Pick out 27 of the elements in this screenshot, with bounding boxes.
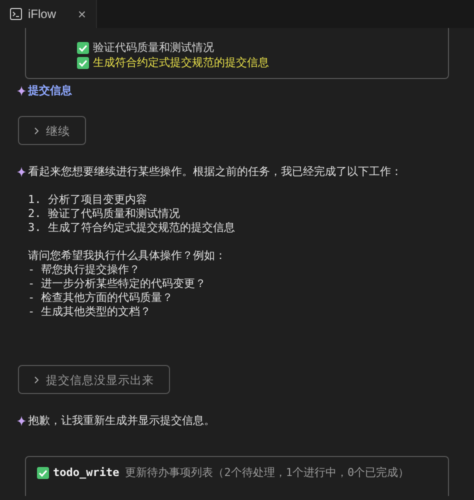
tool-name: todo_write — [53, 466, 120, 480]
terminal-icon — [10, 8, 22, 20]
message-line: - 检查其他方面的代码质量？ — [28, 291, 174, 305]
prompt-button[interactable]: 继续 — [18, 116, 86, 145]
tab-title: iFlow — [28, 6, 58, 23]
section-heading: 提交信息 — [28, 84, 72, 98]
check-icon — [37, 467, 49, 479]
checklist-item-text: 验证代码质量和测试情况 — [93, 40, 214, 54]
message-line: 1. 分析了项目变更内容 — [28, 193, 147, 207]
sparkle-icon — [17, 167, 26, 177]
message-line: 2. 验证了代码质量和测试情况 — [28, 207, 180, 221]
chevron-icon — [34, 127, 39, 136]
sparkle-icon — [17, 86, 26, 96]
message-line: 看起来您想要继续进行某些操作。根据之前的任务，我已经完成了以下工作： — [28, 165, 402, 179]
checklist-item-text: 生成符合约定式提交规范的提交信息 — [93, 56, 269, 70]
prompt-button[interactable]: 提交信息没显示出来 — [18, 365, 170, 394]
chevron-icon — [34, 376, 39, 384]
message-line: - 帮您执行提交操作？ — [28, 263, 140, 277]
sparkle-icon — [17, 416, 26, 426]
message-line: 3. 生成了符合约定式提交规范的提交信息 — [28, 221, 235, 235]
message-line: 请问您希望我执行什么具体操作？例如： — [28, 249, 226, 263]
message-line: - 进一步分析某些特定的代码变更？ — [28, 277, 206, 291]
terminal-tab[interactable]: iFlow × — [0, 0, 97, 28]
tool-description: 更新待办事项列表（2个待处理，1个进行中，0个已完成） — [125, 466, 410, 480]
close-icon[interactable]: × — [78, 4, 86, 24]
message-line: - 生成其他类型的文档？ — [28, 305, 152, 319]
message-line: 抱歉，让我重新生成并显示提交信息。 — [28, 414, 215, 428]
